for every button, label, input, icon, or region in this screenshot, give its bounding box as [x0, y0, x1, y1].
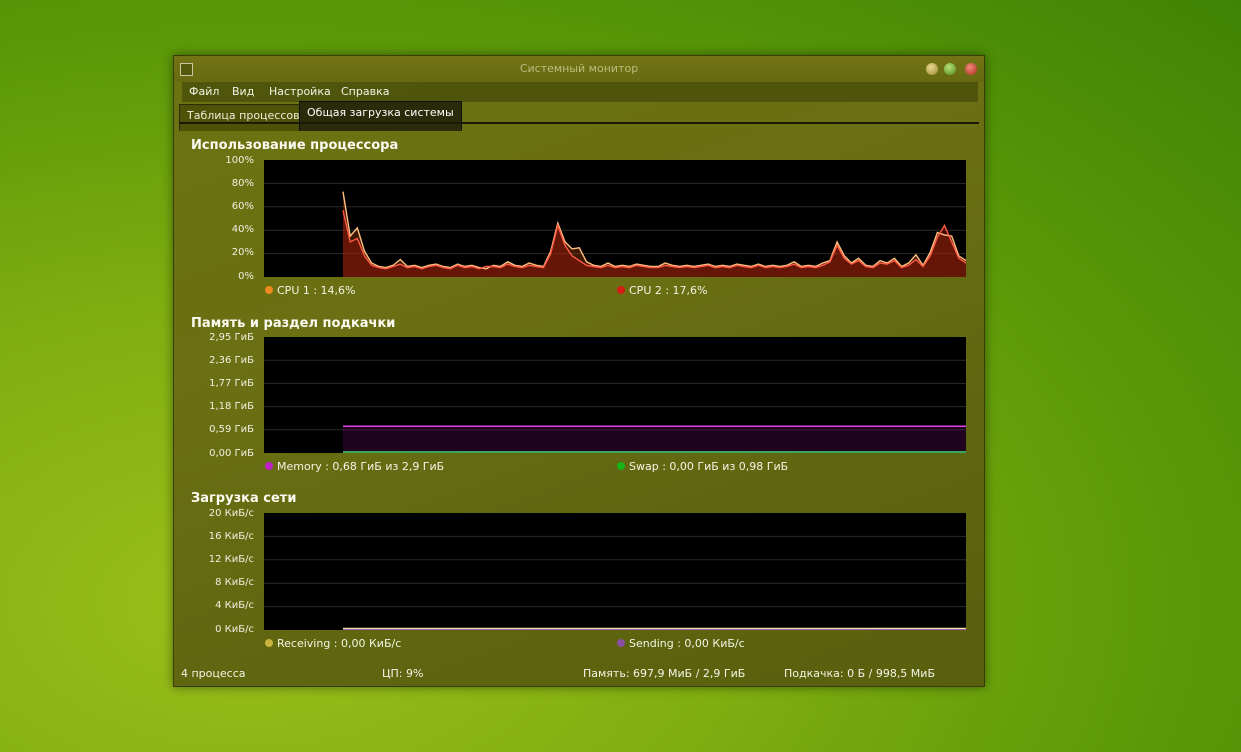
cpu2-legend: CPU 2 : 17,6%	[617, 284, 708, 297]
network-y-tick: 20 КиБ/с	[208, 508, 254, 519]
tab-process-table[interactable]: Таблица процессов	[179, 104, 308, 131]
window-title: Системный монитор	[519, 62, 639, 75]
network-chart-svg	[264, 535, 966, 630]
memory-plot	[264, 337, 966, 453]
memory-y-tick: 0,59 ГиБ	[209, 424, 254, 435]
cpu-y-tick: 20%	[231, 247, 254, 258]
memory-y-tick: 2,36 ГиБ	[209, 355, 254, 366]
cpu1-color-dot[interactable]	[265, 286, 273, 294]
memory-y-tick: 1,77 ГиБ	[209, 378, 254, 389]
memory-y-tick: 2,95 ГиБ	[209, 332, 254, 343]
memory-y-tick: 1,18 ГиБ	[209, 401, 254, 412]
cpu-y-tick: 40%	[231, 224, 254, 235]
cpu-section-title: Использование процессора	[191, 138, 399, 153]
memory-section-title: Память и раздел подкачки	[191, 316, 396, 331]
sending-legend: Sending : 0,00 КиБ/с	[617, 637, 745, 650]
menu-view[interactable]: Вид	[232, 85, 254, 98]
minimize-button[interactable]	[926, 63, 938, 75]
network-y-tick: 4 КиБ/с	[215, 600, 254, 611]
cpu2-color-dot[interactable]	[617, 286, 625, 294]
menu-bar: Файл Вид Настройка Справка	[182, 82, 978, 102]
cpu-y-tick: 80%	[231, 178, 254, 189]
swap-legend-label: Swap : 0,00 ГиБ из 0,98 ГиБ	[629, 460, 789, 473]
cpu-chart-svg	[264, 182, 966, 277]
network-y-tick: 0 КиБ/с	[215, 624, 254, 635]
status-process-count: 4 процесса	[181, 667, 246, 680]
network-y-tick: 16 КиБ/с	[208, 531, 254, 542]
receiving-legend: Receiving : 0,00 КиБ/с	[265, 637, 401, 650]
maximize-button[interactable]	[944, 63, 956, 75]
memory-area	[343, 426, 966, 453]
title-bar[interactable]: Системный монитор	[174, 56, 984, 82]
receiving-color-dot[interactable]	[265, 639, 273, 647]
cpu-y-tick: 100%	[225, 155, 254, 166]
memory-color-dot[interactable]	[265, 462, 273, 470]
system-monitor-window: Системный монитор Файл Вид Настройка Спр…	[173, 55, 985, 687]
cpu2-legend-label: CPU 2 : 17,6%	[629, 284, 708, 297]
sending-color-dot[interactable]	[617, 639, 625, 647]
menu-file[interactable]: Файл	[189, 85, 219, 98]
status-swap: Подкачка: 0 Б / 998,5 МиБ	[784, 667, 935, 680]
swap-color-dot[interactable]	[617, 462, 625, 470]
cpu-y-tick: 60%	[231, 201, 254, 212]
status-memory: Память: 697,9 МиБ / 2,9 ГиБ	[583, 667, 746, 680]
sending-legend-label: Sending : 0,00 КиБ/с	[629, 637, 745, 650]
memory-legend: Memory : 0,68 ГиБ из 2,9 ГиБ	[265, 460, 444, 473]
cpu-plot	[264, 160, 966, 277]
cpu1-legend: CPU 1 : 14,6%	[265, 284, 356, 297]
network-y-tick: 8 КиБ/с	[215, 577, 254, 588]
network-y-tick: 12 КиБ/с	[208, 554, 254, 565]
memory-y-tick: 0,00 ГиБ	[209, 448, 254, 459]
cpu-y-tick: 0%	[238, 271, 254, 282]
tab-system-load[interactable]: Общая загрузка системы	[299, 101, 462, 131]
network-section-title: Загрузка сети	[191, 491, 297, 506]
close-button[interactable]	[965, 63, 977, 75]
network-plot	[264, 513, 966, 630]
tab-divider	[179, 122, 979, 124]
menu-help[interactable]: Справка	[341, 85, 389, 98]
receiving-legend-label: Receiving : 0,00 КиБ/с	[277, 637, 402, 650]
memory-legend-label: Memory : 0,68 ГиБ из 2,9 ГиБ	[277, 460, 445, 473]
menu-settings[interactable]: Настройка	[269, 85, 331, 98]
swap-legend: Swap : 0,00 ГиБ из 0,98 ГиБ	[617, 460, 788, 473]
status-cpu: ЦП: 9%	[382, 667, 424, 680]
cpu2-line	[342, 210, 966, 270]
memory-chart-svg	[264, 359, 966, 453]
cpu1-legend-label: CPU 1 : 14,6%	[277, 284, 356, 297]
